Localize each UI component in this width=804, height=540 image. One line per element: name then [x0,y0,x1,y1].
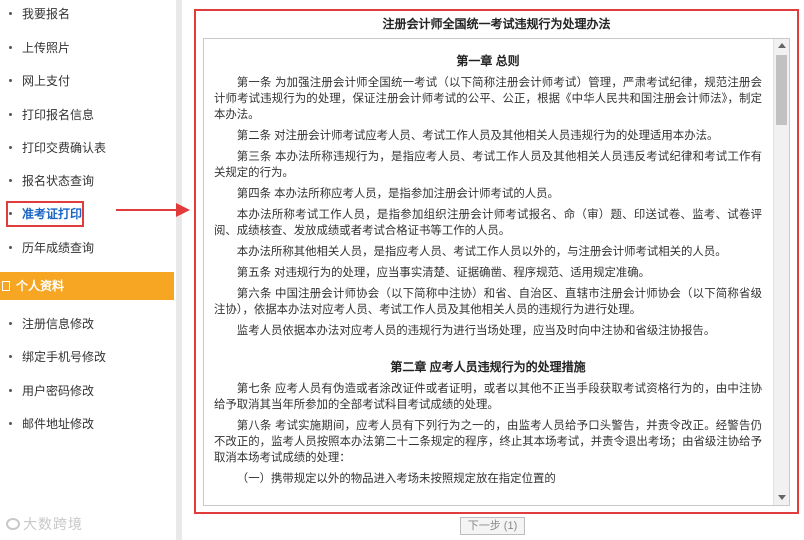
sidebar-item-label: 用户密码修改 [22,384,95,398]
bullet-icon [9,322,12,325]
bullet-icon [9,246,12,249]
section-header-profile[interactable]: 个人资料 [0,272,174,300]
document-icon [2,281,10,291]
bullet-icon [9,46,12,49]
sidebar-item-label: 打印交费确认表 [22,141,107,155]
sidebar-item-admission-ticket[interactable]: 准考证打印 [0,203,176,225]
document-frame: 注册会计师全国统一考试违规行为处理办法 第一章 总则 第一条 为加强注册会计师全… [194,9,799,514]
page-root: 我要报名 上传照片 网上支付 打印报名信息 打印交费确认表 报名状态查询 准考证… [0,0,804,540]
paragraph: 第八条 考试实施期间，应考人员有下列行为之一的，由监考人员给予口头警告，并责令改… [214,420,762,464]
scrollbar-thumb[interactable] [776,55,787,125]
bullet-icon [9,422,12,425]
paragraph: 第四条 本办法所称应考人员，是指参加注册会计师考试的人员。 [236,188,559,200]
chapter-heading: 第二章 应考人员违规行为的处理措施 [390,360,586,374]
sidebar-item-label: 报名状态查询 [22,174,95,188]
scroll-down-icon[interactable] [778,495,786,500]
paragraph: （一）携带规定以外的物品进入考场未按照规定放在指定位置的 [236,473,556,485]
paragraph: 本办法所称考试工作人员，是指参加组织注册会计师考试报名、命（审）题、印送试卷、监… [214,209,762,237]
paragraph: 本办法所称其他相关人员，是指应考人员、考试工作人员以外的，与注册会计师考试相关的… [236,246,727,258]
paragraph: 第一条 为加强注册会计师全国统一考试（以下简称注册会计师考试）管理，严肃考试纪律… [214,77,762,121]
sidebar-item-label: 上传照片 [22,41,71,55]
sidebar-item-label: 注册信息修改 [22,317,95,331]
sidebar-item-edit-password[interactable]: 用户密码修改 [0,380,176,402]
annotation-arrow-line [116,209,178,211]
paragraph: 第七条 应考人员有伪造或者涂改证件或者证明，或者以其他不正当手段获取考试资格行为… [214,383,762,411]
bullet-icon [9,113,12,116]
bullet-icon [9,212,12,215]
sidebar-item-label: 历年成绩查询 [22,241,95,255]
sidebar-item-score-history[interactable]: 历年成绩查询 [0,237,176,259]
sidebar-item-online-payment[interactable]: 网上支付 [0,70,176,92]
vertical-scrollbar[interactable] [773,39,789,505]
watermark-text: 大数跨境 [23,516,83,532]
sidebar-item-print-payment-confirm[interactable]: 打印交费确认表 [0,137,176,159]
sidebar-item-edit-phone[interactable]: 绑定手机号修改 [0,346,176,368]
sidebar: 我要报名 上传照片 网上支付 打印报名信息 打印交费确认表 报名状态查询 准考证… [0,0,176,540]
sidebar-item-signup[interactable]: 我要报名 [0,3,176,25]
sidebar-item-label: 我要报名 [22,7,71,21]
next-step-button[interactable]: 下一步 (1) [460,517,525,535]
arrow-right-icon [176,203,190,217]
chapter-heading: 第一章 总则 [456,54,520,68]
document-title: 注册会计师全国统一考试违规行为处理办法 [382,17,611,31]
scroll-up-icon[interactable] [778,43,786,48]
bullet-icon [9,389,12,392]
sidebar-item-label: 打印报名信息 [22,108,95,122]
section-title: 个人资料 [16,279,65,293]
bullet-icon [9,79,12,82]
sidebar-item-label: 邮件地址修改 [22,417,95,431]
sidebar-item-print-signup-info[interactable]: 打印报名信息 [0,104,176,126]
bullet-icon [9,12,12,15]
document-content: 第一章 总则 第一条 为加强注册会计师全国统一考试（以下简称注册会计师考试）管理… [214,53,762,492]
paragraph: 第三条 本办法所称违规行为，是指应考人员、考试工作人员及其他相关人员违反考试纪律… [214,151,762,179]
sidebar-item-upload-photo[interactable]: 上传照片 [0,37,176,59]
sidebar-item-label: 准考证打印 [22,207,83,221]
paragraph: 监考人员依据本办法对应考人员的违规行为进行当场处理，应当及时向中注协和省级注协报… [236,325,716,337]
sidebar-item-label: 网上支付 [22,74,71,88]
bullet-icon [9,355,12,358]
sidebar-item-edit-registration[interactable]: 注册信息修改 [0,313,176,335]
paragraph: 第六条 中国注册会计师协会（以下简称中注协）和省、自治区、直辖市注册会计师协会（… [214,288,762,316]
sidebar-divider [176,0,182,540]
paragraph: 第二条 对注册会计师考试应考人员、考试工作人员及其他相关人员违规行为的处理适用本… [236,130,719,142]
watermark-logo-icon [6,518,20,530]
paragraph: 第五条 对违规行为的处理，应当事实清楚、证据确凿、程序规范、适用规定准确。 [236,267,651,279]
sidebar-item-edit-email[interactable]: 邮件地址修改 [0,413,176,435]
bullet-icon [9,179,12,182]
watermark: 大数跨境 [6,514,83,534]
bullet-icon [9,146,12,149]
sidebar-item-label: 绑定手机号修改 [22,350,107,364]
document-scroll-area[interactable]: 第一章 总则 第一条 为加强注册会计师全国统一考试（以下简称注册会计师考试）管理… [203,38,790,506]
sidebar-item-signup-status[interactable]: 报名状态查询 [0,170,176,192]
